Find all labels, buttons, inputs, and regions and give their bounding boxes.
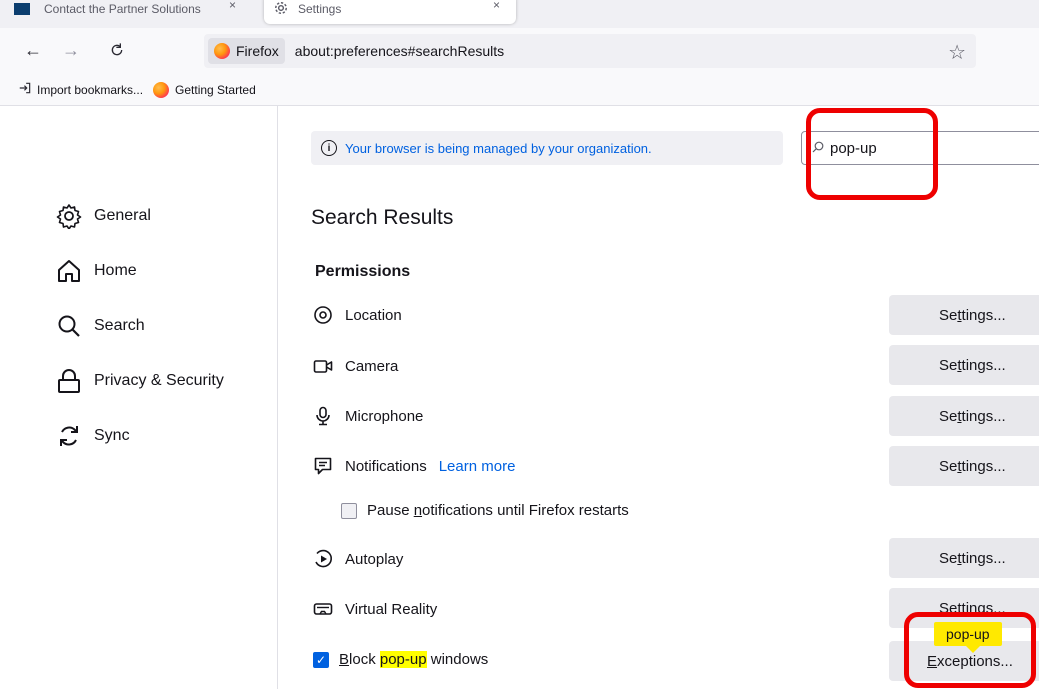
button-label: tings... <box>961 407 1006 425</box>
back-button[interactable]: ← <box>20 37 46 63</box>
sidebar-item-label: Home <box>94 262 137 279</box>
info-icon: i <box>321 140 337 156</box>
permission-autoplay: Autoplay <box>313 549 403 569</box>
permission-microphone: Microphone <box>313 406 423 426</box>
camera-icon <box>313 356 333 376</box>
block-popups-checkbox[interactable]: ✓ <box>313 651 329 668</box>
site-favicon-icon <box>14 3 30 15</box>
gear-icon <box>274 1 288 18</box>
annotation-box-exceptions <box>904 612 1036 688</box>
lock-icon <box>56 368 82 394</box>
sidebar-item-general[interactable]: General <box>56 203 151 229</box>
checkbox-label: Block pop-up windows <box>339 651 488 668</box>
import-bookmarks-label: Import bookmarks... <box>37 82 144 97</box>
label-text: Pause <box>367 502 414 519</box>
microphone-settings-button[interactable]: Se t tings... <box>889 396 1039 436</box>
tab-title: Settings <box>298 2 342 16</box>
sidebar-item-search[interactable]: Search <box>56 313 145 339</box>
autoplay-icon <box>313 549 333 569</box>
location-settings-button[interactable]: Se t tings... <box>889 295 1039 335</box>
learn-more-link[interactable]: Learn more <box>439 458 516 475</box>
microphone-icon <box>313 406 333 426</box>
firefox-logo-icon <box>214 43 230 59</box>
camera-settings-button[interactable]: Se t tings... <box>889 345 1039 385</box>
bookmark-star-icon[interactable]: ☆ <box>948 40 966 65</box>
button-label: Se <box>939 306 958 324</box>
search-highlight: pop-up <box>379 651 427 668</box>
permission-location: Location <box>313 305 402 325</box>
permission-camera: Camera <box>313 356 398 376</box>
tab-strip: Contact the Partner Solutions × Settings… <box>0 0 1039 28</box>
section-title: Permissions <box>315 263 411 280</box>
button-label: tings... <box>961 356 1006 374</box>
vr-icon <box>313 599 333 619</box>
sidebar-item-label: Privacy & Security <box>94 372 224 389</box>
permission-label: Camera <box>345 357 399 375</box>
notifications-settings-button[interactable]: Se t tings... <box>889 446 1039 486</box>
permission-label: Virtual Reality <box>345 600 438 618</box>
label-accesskey: B <box>339 651 350 668</box>
button-label: tings... <box>961 306 1006 324</box>
button-label: Se <box>939 457 958 475</box>
button-label: Se <box>939 407 958 425</box>
pause-notifications-checkbox[interactable] <box>341 502 357 519</box>
sidebar-item-label: Sync <box>94 427 130 444</box>
search-icon <box>56 313 82 339</box>
policy-banner-text[interactable]: Your browser is being managed by your or… <box>345 141 652 156</box>
button-label: Se <box>939 356 958 374</box>
sync-icon <box>56 423 82 449</box>
category-sidebar: General Home Search Privacy & Security S… <box>0 106 278 689</box>
permission-label: Microphone <box>345 407 424 425</box>
sidebar-item-label: Search <box>94 317 145 334</box>
permission-label: Notifications <box>345 457 427 475</box>
import-icon <box>18 81 32 98</box>
tab-settings[interactable]: Settings × <box>264 0 516 24</box>
pause-notifications-checkbox-row[interactable]: Pause notifications until Firefox restar… <box>341 502 629 519</box>
block-popups-row[interactable]: ✓ Block pop-up windows <box>313 651 488 668</box>
label-accesskey: n <box>413 502 423 519</box>
button-label: Se <box>939 549 958 567</box>
forward-button[interactable]: → <box>58 37 84 63</box>
tab-partner-solutions[interactable]: Contact the Partner Solutions × <box>4 0 252 24</box>
policy-banner[interactable]: i Your browser is being managed by your … <box>311 131 783 165</box>
sidebar-item-home[interactable]: Home <box>56 258 137 284</box>
location-icon <box>313 305 333 325</box>
getting-started-bookmark[interactable]: Getting Started <box>153 81 256 98</box>
button-label: tings... <box>961 457 1006 475</box>
autoplay-settings-button[interactable]: Se t tings... <box>889 538 1039 578</box>
close-tab-icon[interactable]: × <box>229 0 236 12</box>
permission-virtual-reality: Virtual Reality <box>313 599 437 619</box>
permission-label: Location <box>345 306 402 324</box>
sidebar-item-sync[interactable]: Sync <box>56 423 130 449</box>
gear-icon <box>56 203 82 229</box>
permission-notifications: Notifications Learn more <box>313 456 515 476</box>
sidebar-item-privacy[interactable]: Privacy & Security <box>56 368 224 394</box>
annotation-box-search <box>806 108 938 200</box>
checkbox-label: Pause notifications until Firefox restar… <box>367 502 629 519</box>
close-tab-icon[interactable]: × <box>493 0 500 12</box>
label-text: windows <box>426 651 489 668</box>
home-icon <box>56 258 82 284</box>
tab-title: Contact the Partner Solutions <box>44 2 201 16</box>
url-text[interactable]: about:preferences#searchResults <box>295 43 504 59</box>
bookmarks-toolbar: Import bookmarks... Getting Started <box>0 74 1039 106</box>
permission-label: Autoplay <box>345 550 404 568</box>
page-title: Search Results <box>311 206 454 229</box>
identity-label: Firefox <box>236 43 279 59</box>
navigation-toolbar: ← → Firefox about:preferences#searchResu… <box>0 28 1039 74</box>
notifications-icon <box>313 456 333 476</box>
sidebar-item-label: General <box>94 207 151 224</box>
label-text: lock <box>349 651 380 668</box>
identity-box[interactable]: Firefox <box>208 38 285 64</box>
url-bar[interactable]: Firefox about:preferences#searchResults … <box>204 34 976 68</box>
reload-button[interactable] <box>104 37 130 63</box>
label-text: otifications until Firefox restarts <box>422 502 629 519</box>
getting-started-label: Getting Started <box>175 82 256 97</box>
firefox-logo-icon <box>153 81 170 98</box>
button-label: tings... <box>961 549 1006 567</box>
import-bookmarks-item[interactable]: Import bookmarks... <box>18 81 143 98</box>
reload-icon <box>111 43 123 56</box>
